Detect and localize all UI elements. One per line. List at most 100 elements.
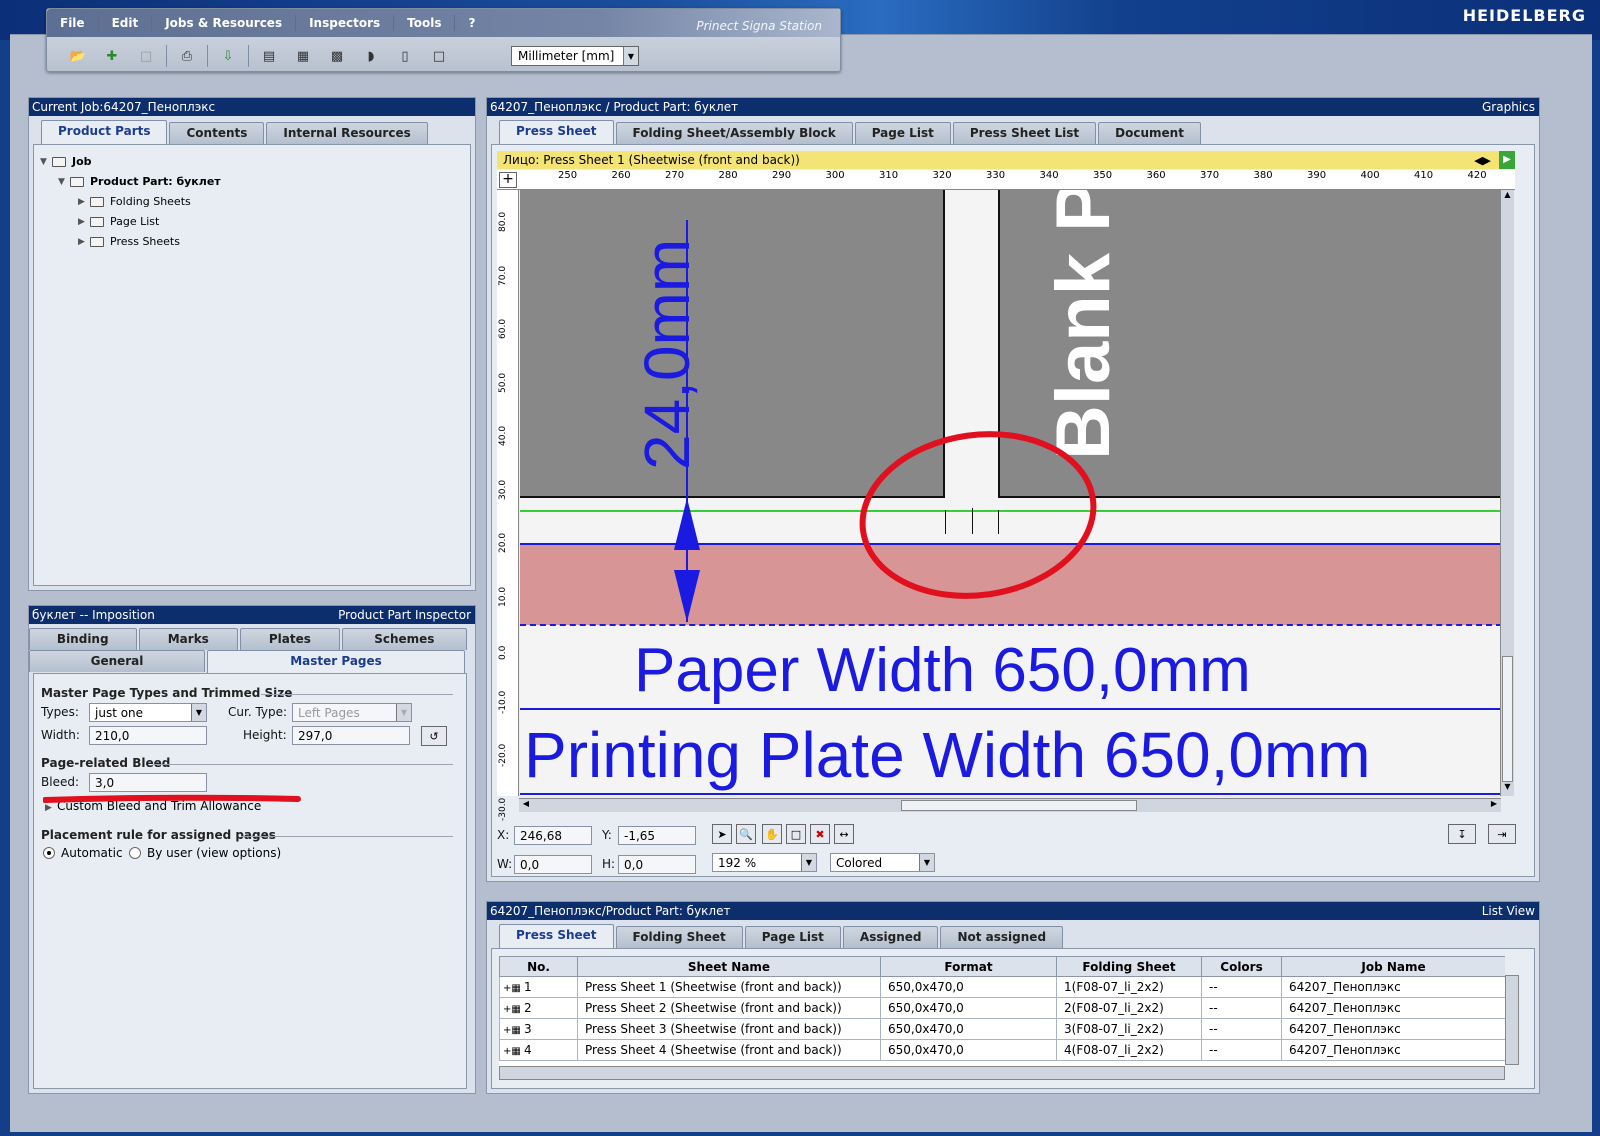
rotate-icon[interactable]: ◗ — [360, 46, 382, 66]
tab-folding-sheet-assembly[interactable]: Folding Sheet/Assembly Block — [615, 122, 853, 144]
flip-icon[interactable]: ◀▶ — [1474, 152, 1491, 170]
layout-icon[interactable]: ▦ — [292, 46, 314, 66]
menu-file[interactable]: File — [47, 15, 99, 31]
zoom-select[interactable]: 192 % ▼ — [712, 853, 817, 872]
tab-document[interactable]: Document — [1098, 122, 1201, 144]
save-icon[interactable]: □ — [135, 46, 157, 66]
tab-schemes[interactable]: Schemes — [341, 628, 467, 650]
collapsed-triangle-icon[interactable]: ▶ — [78, 237, 90, 247]
tab-master-pages[interactable]: Master Pages — [207, 650, 465, 674]
collapsed-triangle-icon[interactable]: ▶ — [78, 197, 90, 207]
scroll-right-icon[interactable]: ▶ — [1487, 799, 1501, 812]
tab-page-list[interactable]: Page List — [854, 122, 951, 144]
tab-list-assigned[interactable]: Assigned — [842, 926, 939, 948]
col-no[interactable]: No. — [499, 956, 578, 977]
swap-orientation-icon[interactable]: ↺ — [421, 726, 447, 746]
radio-automatic[interactable]: Automatic — [43, 846, 123, 860]
table-vertical-scrollbar[interactable] — [1505, 975, 1519, 1065]
w-field[interactable]: 0,0 — [514, 855, 592, 874]
tab-marks[interactable]: Marks — [138, 628, 239, 650]
scroll-thumb[interactable] — [901, 800, 1137, 811]
scroll-down-icon[interactable]: ▼ — [1501, 782, 1514, 796]
table-row[interactable]: +▦ 4 Press Sheet 4 (Sheetwise (front and … — [499, 1039, 1505, 1061]
pointer-tool-icon[interactable]: ➤ — [712, 824, 732, 844]
sheet-row-icon[interactable]: +▦ — [503, 983, 524, 994]
chevron-down-icon[interactable]: ▼ — [919, 854, 934, 871]
unit-select[interactable]: Millimeter [mm] ▼ — [511, 46, 639, 66]
table-row[interactable]: +▦ 1 Press Sheet 1 (Sheetwise (front and … — [499, 976, 1505, 998]
x-field[interactable]: 246,68 — [514, 826, 592, 845]
delete-mark-icon[interactable]: ✖ — [810, 824, 830, 844]
sheet-row-icon[interactable]: +▦ — [503, 1025, 524, 1036]
tree-item-product-part[interactable]: ▼ Product Part: буклет — [58, 175, 221, 188]
chevron-down-icon[interactable]: ▼ — [396, 704, 411, 721]
new-icon[interactable]: ✚ — [101, 46, 123, 66]
blank-page-icon[interactable]: □ — [428, 46, 450, 66]
menu-edit[interactable]: Edit — [99, 15, 153, 31]
tab-plates[interactable]: Plates — [240, 628, 340, 650]
bleed-field[interactable]: 3,0 — [89, 773, 207, 792]
chevron-down-icon[interactable]: ▼ — [801, 854, 816, 871]
radio-unchecked-icon[interactable] — [129, 847, 141, 859]
tree-item-press-sheets[interactable]: ▶ Press Sheets — [78, 235, 180, 248]
color-mode-select[interactable]: Colored ▼ — [830, 853, 935, 872]
tab-general[interactable]: General — [29, 650, 205, 672]
menu-tools[interactable]: Tools — [394, 15, 456, 31]
expanded-triangle-icon[interactable]: ▼ — [40, 157, 52, 167]
horizontal-scrollbar[interactable]: ◀ ▶ — [519, 798, 1501, 812]
col-format[interactable]: Format — [880, 956, 1057, 977]
crop-tool-icon[interactable]: □ — [786, 824, 806, 844]
width-field[interactable]: 210,0 — [89, 726, 207, 745]
sheet-row-icon[interactable]: +▦ — [503, 1046, 524, 1057]
menu-inspectors[interactable]: Inspectors — [296, 15, 395, 31]
table-horizontal-scrollbar[interactable] — [499, 1066, 1505, 1080]
page-icon[interactable]: ▯ — [394, 46, 416, 66]
tab-list-folding-sheet[interactable]: Folding Sheet — [615, 926, 743, 948]
curtype-select[interactable]: Left Pages ▼ — [292, 703, 412, 722]
sheet-row-icon[interactable]: +▦ — [503, 1004, 524, 1015]
tree-item-page-list[interactable]: ▶ Page List — [78, 215, 159, 228]
collapsed-triangle-icon[interactable]: ▶ — [78, 217, 90, 227]
tab-press-sheet-list[interactable]: Press Sheet List — [952, 122, 1097, 144]
table-row[interactable]: +▦ 2 Press Sheet 2 (Sheetwise (front and … — [499, 997, 1505, 1019]
col-job-name[interactable]: Job Name — [1281, 956, 1505, 977]
press-sheet-canvas[interactable]: Blank P 24,0mm Paper Width 650,0mm Print… — [520, 190, 1502, 796]
tab-press-sheet[interactable]: Press Sheet — [499, 120, 614, 144]
vertical-scrollbar[interactable]: ▲ ▼ — [1500, 190, 1514, 796]
tab-list-page-list[interactable]: Page List — [744, 926, 841, 948]
chevron-down-icon[interactable]: ▼ — [623, 47, 638, 65]
col-colors[interactable]: Colors — [1201, 956, 1282, 977]
tree-item-folding-sheets[interactable]: ▶ Folding Sheets — [78, 195, 191, 208]
tab-binding[interactable]: Binding — [29, 628, 137, 650]
tab-contents[interactable]: Contents — [169, 122, 265, 144]
marks-icon[interactable]: ▩ — [326, 46, 348, 66]
zoom-tool-icon[interactable]: 🔍 — [736, 824, 756, 844]
spellcheck-icon[interactable]: ▤ — [258, 46, 280, 66]
tab-product-parts[interactable]: Product Parts — [41, 120, 168, 144]
tree-item-job[interactable]: ▼ Job — [40, 155, 92, 168]
export-view-icon[interactable]: ⇥ — [1488, 824, 1516, 844]
tab-list-press-sheet[interactable]: Press Sheet — [499, 924, 614, 948]
print-icon[interactable]: ⎙ — [176, 46, 198, 66]
scroll-left-icon[interactable]: ◀ — [519, 799, 533, 812]
import-icon[interactable]: ⇩ — [217, 46, 239, 66]
scroll-up-icon[interactable]: ▲ — [1501, 190, 1514, 204]
height-field[interactable]: 297,0 — [292, 726, 410, 745]
y-field[interactable]: -1,65 — [618, 826, 696, 845]
tab-list-not-assigned[interactable]: Not assigned — [940, 926, 1064, 948]
col-sheet-name[interactable]: Sheet Name — [577, 956, 881, 977]
chevron-down-icon[interactable]: ▼ — [191, 704, 206, 721]
table-row[interactable]: +▦ 3 Press Sheet 3 (Sheetwise (front and … — [499, 1018, 1505, 1040]
open-icon[interactable]: 📂 — [67, 46, 89, 66]
menu-jobs-resources[interactable]: Jobs & Resources — [152, 15, 297, 31]
next-side-icon[interactable]: ▶ — [1499, 151, 1515, 169]
types-select[interactable]: just one ▼ — [89, 703, 207, 722]
radio-checked-icon[interactable] — [43, 847, 55, 859]
radio-by-user[interactable]: By user (view options) — [129, 846, 281, 860]
measure-tool-icon[interactable]: ↔ — [834, 824, 854, 844]
h-field[interactable]: 0,0 — [618, 855, 696, 874]
hand-tool-icon[interactable]: ✋ — [762, 824, 782, 844]
expanded-triangle-icon[interactable]: ▼ — [58, 177, 70, 187]
fit-view-icon[interactable]: ↧ — [1448, 824, 1476, 844]
col-folding-sheet[interactable]: Folding Sheet — [1056, 956, 1202, 977]
